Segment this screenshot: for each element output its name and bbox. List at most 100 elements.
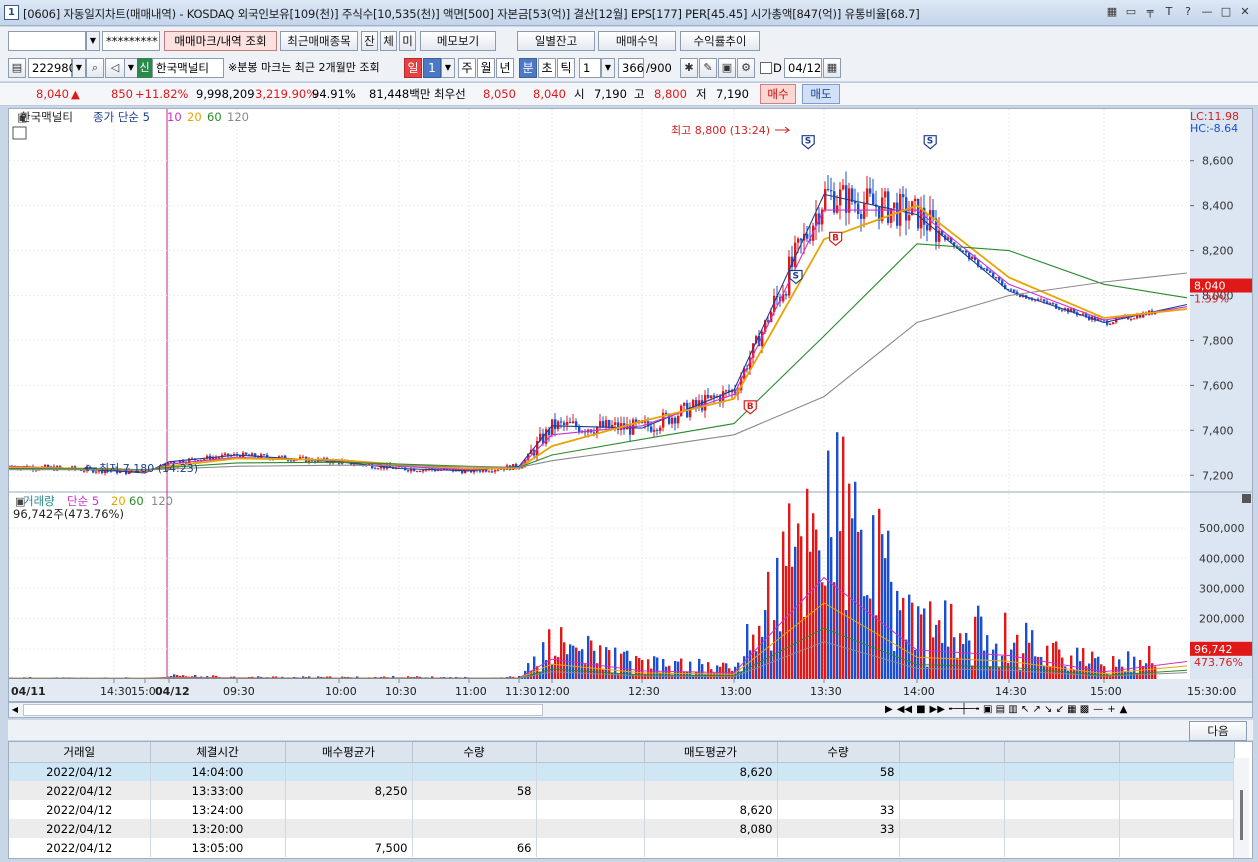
column-header[interactable] (1119, 742, 1235, 763)
table-row[interactable]: 2022/04/12 13:05:00 7,500 66 (9, 838, 1235, 857)
volume-bar (752, 634, 755, 679)
volume-bar (824, 585, 827, 679)
candle-body (629, 424, 632, 435)
x-tick-label: 12:00 (538, 685, 570, 698)
tab-week[interactable]: 주 (458, 58, 476, 78)
candle-body (659, 427, 662, 431)
balance-button[interactable]: 잔 (361, 31, 378, 51)
trade-history-grid[interactable]: 거래일 체결시간 매수평균가 수량 매도평균가 수량 2022/04/12 14:04:00… (8, 741, 1253, 859)
stock-code-input[interactable]: 222980 (28, 58, 76, 78)
chart-panel[interactable]: 04/11 14:30 15:00 04/12 09:30 10:00 10:30 11:00… (8, 108, 1253, 702)
close-icon[interactable]: ✕ (1238, 5, 1252, 19)
save-icon[interactable]: ▣ (718, 58, 736, 78)
zoom-in-icon[interactable]: + (1107, 703, 1115, 717)
return-trend-button[interactable]: 수익률추이 (680, 31, 760, 51)
zoom-slider-icon[interactable]: ╾─┼─╼ (949, 703, 979, 717)
play-icon[interactable]: ▶ (885, 703, 893, 717)
column-header[interactable]: 체결시간 (150, 742, 286, 763)
calendar-icon[interactable]: ▦ (823, 58, 841, 78)
password-input[interactable]: ********* (102, 31, 160, 51)
tab-minute[interactable]: 분 (519, 58, 537, 78)
trade-mark-query-button[interactable]: 매매마크/내역 조회 (164, 31, 277, 51)
volume-y-tick-label: 500,000 (1199, 522, 1245, 535)
sell-button[interactable]: 매도 (802, 84, 840, 104)
column-header[interactable]: 수량 (777, 742, 900, 763)
layout-icon[interactable]: ▦ (1105, 5, 1119, 19)
tab-second[interactable]: 초 (538, 58, 556, 78)
table-row[interactable]: 2022/04/12 14:04:00 8,620 58 (9, 762, 1235, 781)
rewind-icon[interactable]: ◀◀ (897, 703, 912, 717)
tab-month[interactable]: 월 (477, 58, 495, 78)
volume-current-pct: 473.76% (1194, 656, 1243, 669)
scroll-left-icon[interactable]: ◀ (9, 703, 21, 717)
candle-body (1052, 303, 1055, 305)
recent-trades-button[interactable]: 최근매매종목 (280, 31, 358, 51)
volume-ratio: 3,219.90% (255, 87, 318, 101)
change-percent: +11.82% (135, 87, 189, 101)
gear-icon[interactable]: ⚙ (737, 58, 755, 78)
next-button[interactable]: 다음 (1189, 721, 1247, 741)
table-row[interactable]: 2022/04/12 13:33:00 8,250 58 (9, 781, 1235, 800)
candle-body (989, 271, 992, 273)
high-label: 고 (634, 87, 645, 101)
speaker-icon[interactable]: ◁ (105, 58, 125, 78)
column-header[interactable]: 매도평균가 (644, 742, 778, 763)
minimize-icon[interactable]: — (1200, 5, 1214, 19)
crosshair-icon[interactable]: ✱ (680, 58, 698, 78)
column-header[interactable] (1004, 742, 1120, 763)
daily-balance-button[interactable]: 일별잔고 (517, 31, 595, 51)
stock-code-dropdown-icon[interactable]: ▼ (72, 58, 86, 78)
table-row[interactable]: 2022/04/12 13:20:00 8,080 33 (9, 819, 1235, 838)
help-icon[interactable]: ? (1181, 5, 1195, 19)
draw-tool-icon[interactable]: ✎ (699, 58, 717, 78)
text-icon[interactable]: T (1162, 5, 1176, 19)
column-header[interactable] (899, 742, 1005, 763)
account-input[interactable] (8, 31, 86, 51)
trade-profit-button[interactable]: 매매수익 (598, 31, 676, 51)
zoom-out-icon[interactable]: — (1093, 703, 1103, 717)
high-annotation: 최고 8,800 (13:24) (671, 124, 770, 137)
period-dropdown-icon[interactable]: ▼ (441, 58, 455, 78)
interval-dropdown-icon[interactable]: ▼ (601, 58, 615, 78)
memo-view-button[interactable]: 메모보기 (420, 31, 496, 51)
candle-body (962, 250, 965, 252)
column-header[interactable]: 거래일 (9, 742, 151, 763)
forward-icon[interactable]: ▶▶ (930, 703, 945, 717)
interval-input[interactable]: 1 (579, 58, 601, 78)
volume-bar (764, 610, 767, 679)
chart-settings-icon[interactable]: ▤ (8, 58, 26, 78)
volume-current-label: 96,742 (1194, 643, 1233, 656)
table-row[interactable]: 2022/04/12 13:24:00 8,620 33 (9, 800, 1235, 819)
date-input[interactable]: 04/12 (784, 58, 822, 78)
expand-icon[interactable]: ▲ (1120, 703, 1128, 717)
volume-bar (1013, 642, 1016, 679)
candle-body (83, 470, 86, 472)
maximize-icon[interactable]: □ (1219, 5, 1233, 19)
volume-bar (995, 643, 998, 679)
executed-button[interactable]: 체 (380, 31, 397, 51)
scroll-thumb[interactable] (23, 704, 543, 716)
buy-button[interactable]: 매수 (760, 84, 796, 104)
unfilled-button[interactable]: 미 (399, 31, 416, 51)
tool-icons[interactable]: ▣ ▤ ▥ ↖ ↗ ↘ ↙ ▦ ▩ (983, 703, 1089, 717)
price-volume-chart[interactable]: 04/11 14:30 15:00 04/12 09:30 10:00 10:30 11:00… (9, 109, 1252, 701)
column-header[interactable] (536, 742, 645, 763)
volume-bar (887, 530, 890, 679)
restore-icon[interactable]: ▭ (1124, 5, 1138, 19)
date-checkbox[interactable] (760, 62, 772, 74)
count-input[interactable]: 366 (618, 58, 644, 78)
search-icon[interactable]: ⌕ (86, 58, 104, 78)
grid-scroll-thumb[interactable] (1240, 790, 1243, 840)
tab-tick[interactable]: 틱 (557, 58, 575, 78)
period-number[interactable]: 1 (423, 58, 441, 78)
column-header[interactable]: 수량 (412, 742, 537, 763)
tab-year[interactable]: 년 (496, 58, 514, 78)
column-header[interactable]: 매수평균가 (285, 742, 413, 763)
speaker-dropdown-icon[interactable]: ▼ (124, 58, 138, 78)
stop-icon[interactable]: ■ (916, 703, 925, 717)
pin-icon[interactable]: ╤ (1143, 5, 1157, 19)
chart-scrollbar[interactable]: ◀ ▶ ◀◀ ■ ▶▶ ╾─┼─╼ ▣ ▤ ▥ ↖ ↗ ↘ ↙ ▦ ▩ — + … (8, 702, 1253, 718)
period-day-button[interactable]: 일 (404, 58, 422, 78)
account-dropdown-icon[interactable]: ▼ (86, 31, 100, 51)
account-toolbar: ▼ ********* 매매마크/내역 조회 최근매매종목 잔 체 미 메모보기… (0, 27, 1258, 55)
